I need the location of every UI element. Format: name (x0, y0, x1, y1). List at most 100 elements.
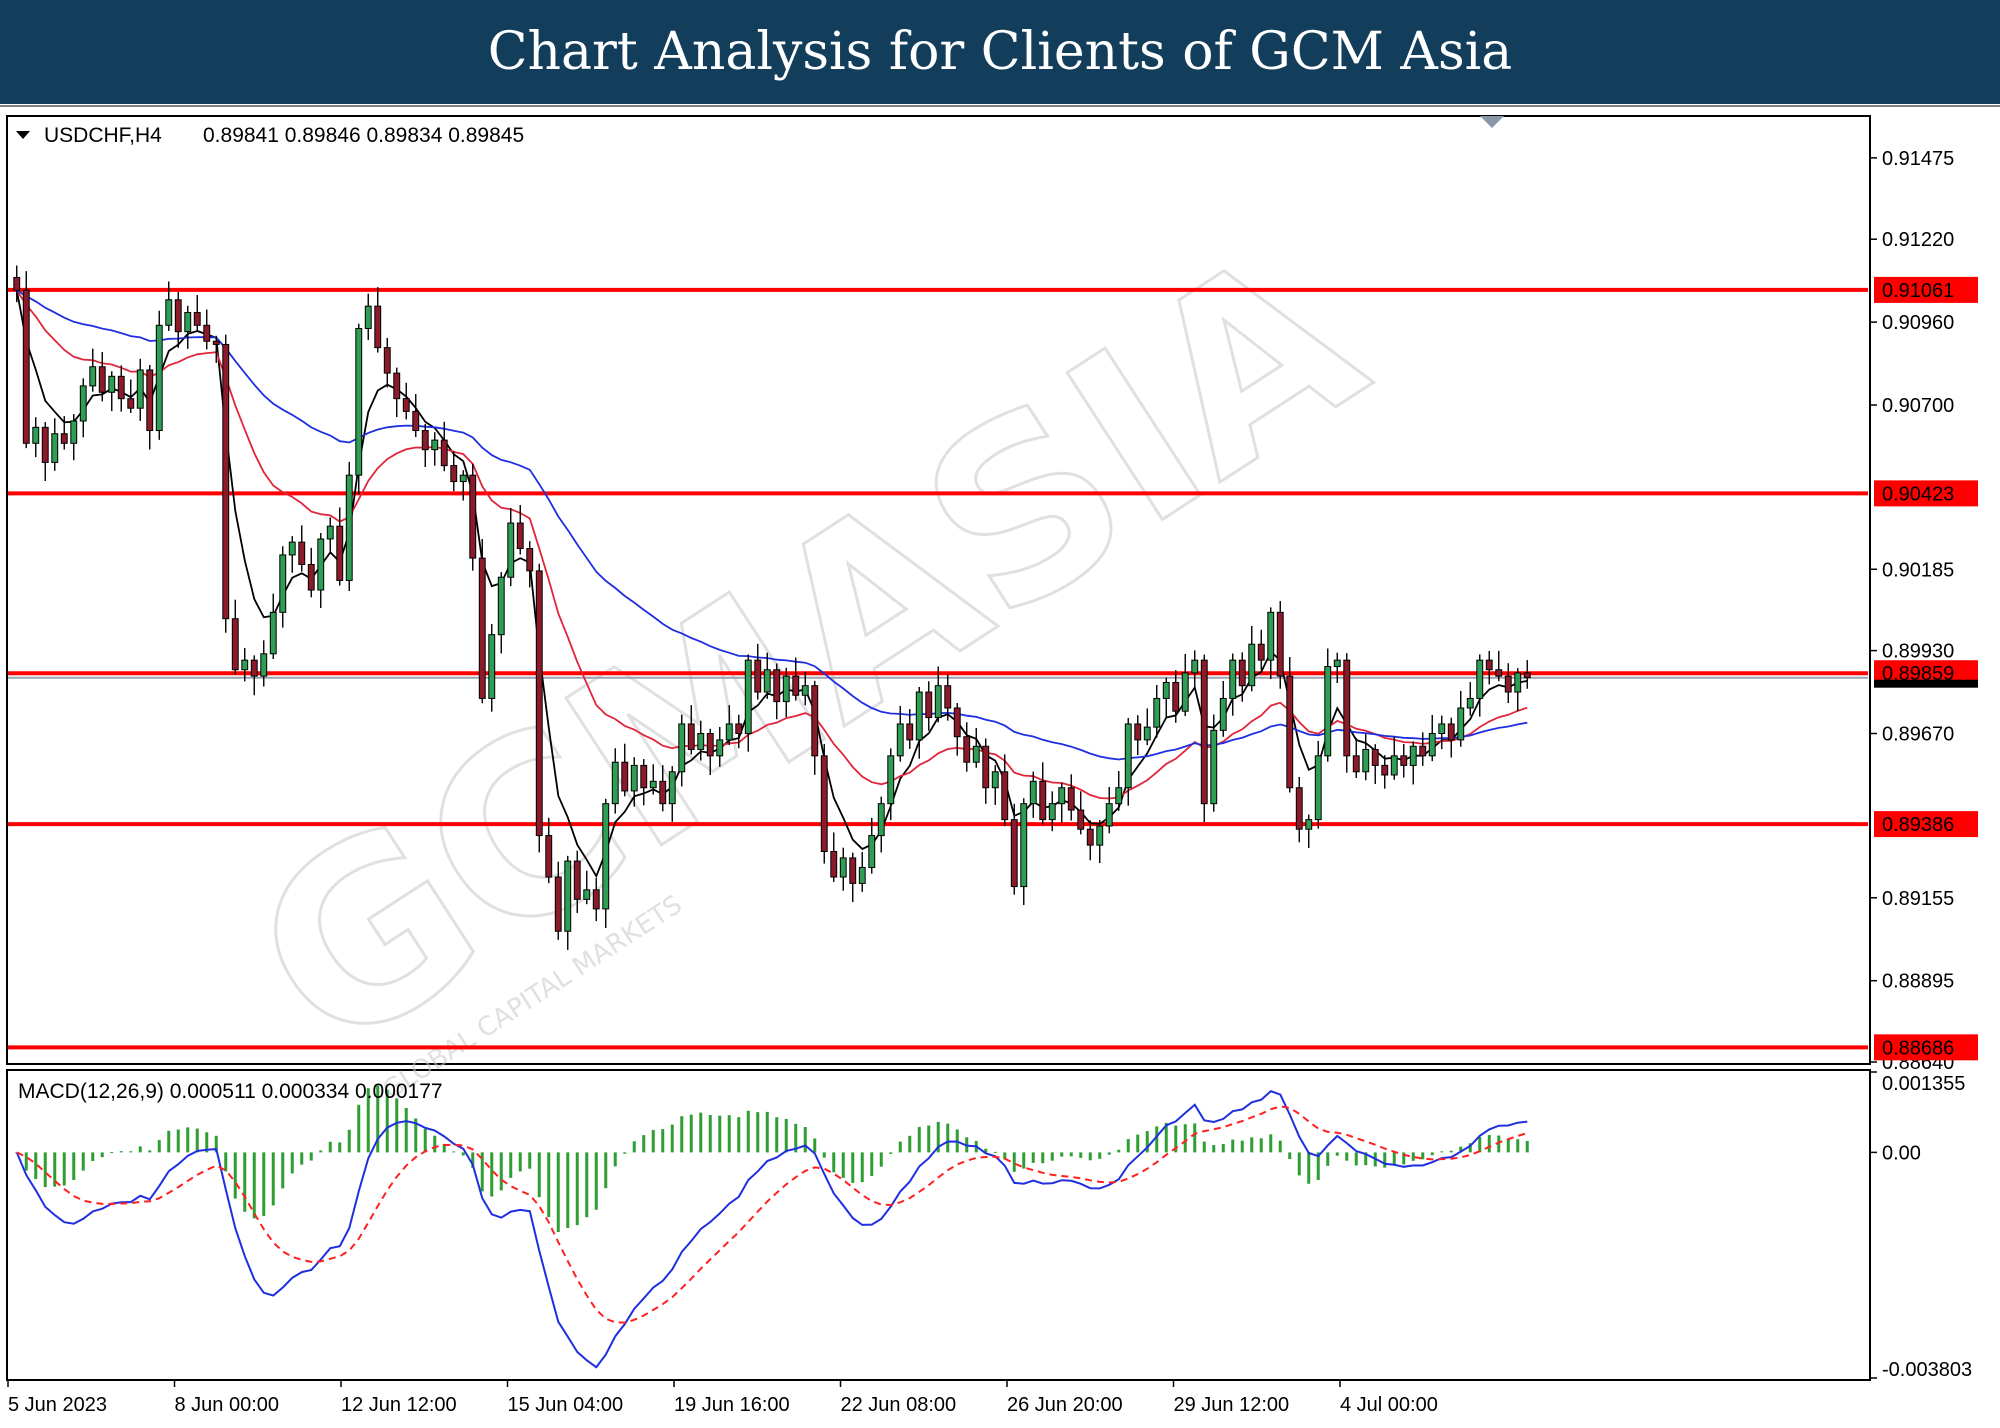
macd-bar (252, 1152, 256, 1219)
macd-bar (1117, 1149, 1121, 1153)
macd-bar (1069, 1152, 1073, 1157)
macd-bar (328, 1141, 332, 1153)
candle (820, 743, 828, 864)
macd-bar (1430, 1152, 1434, 1156)
macd-bar (290, 1152, 294, 1174)
level-label: 0.90423 (1874, 480, 1978, 507)
macd-bar (1155, 1126, 1159, 1153)
macd-bar (1269, 1134, 1273, 1153)
macd-bar (699, 1112, 703, 1153)
macd-bar (737, 1117, 741, 1153)
price-tick-label: 0.91475 (1882, 148, 1954, 170)
chart-canvas[interactable]: GCMASIA GLOBAL CAPITAL MARKETS 0.914750.… (0, 0, 2000, 1428)
macd-bar (1411, 1152, 1415, 1161)
time-tick-label: 19 Jun 16:00 (674, 1394, 790, 1416)
macd-bar (1421, 1152, 1425, 1160)
macd-bar (1107, 1152, 1111, 1155)
macd-bar (566, 1152, 570, 1229)
macd-bar (1202, 1141, 1206, 1153)
macd-bar (176, 1129, 180, 1153)
macd-bar (1326, 1152, 1330, 1166)
current-price-tag (1874, 679, 1978, 688)
macd-bar (841, 1152, 845, 1178)
macd-bar (765, 1111, 769, 1153)
price-tick-label: 0.90700 (1882, 395, 1954, 417)
macd-bar (1041, 1152, 1045, 1164)
time-tick-label: 4 Jul 00:00 (1340, 1394, 1438, 1416)
macd-bar (813, 1138, 817, 1153)
macd-bar (651, 1129, 655, 1153)
candle (22, 271, 30, 449)
time-tick-label: 12 Jun 12:00 (341, 1394, 457, 1416)
macd-bar (1335, 1152, 1339, 1156)
candle (1343, 653, 1351, 773)
time-tick-label: 8 Jun 00:00 (175, 1394, 280, 1416)
macd-bar (1079, 1152, 1083, 1158)
macd-tick-label: -0.003803 (1882, 1359, 1972, 1381)
macd-bar (1231, 1139, 1235, 1153)
candle (1200, 654, 1208, 823)
macd-bar (119, 1151, 123, 1153)
macd-bar (870, 1152, 874, 1177)
macd-bar (889, 1152, 893, 1154)
macd-bar (91, 1152, 95, 1162)
macd-bar (138, 1146, 142, 1153)
macd-bar (851, 1152, 855, 1183)
macd-bar (746, 1110, 750, 1153)
macd-bar (708, 1115, 712, 1153)
macd-bar (879, 1152, 883, 1167)
macd-bar (157, 1140, 161, 1153)
macd-bar (689, 1114, 693, 1153)
candle (222, 334, 230, 633)
macd-bar (243, 1152, 247, 1212)
macd-tick-label: 0.001355 (1882, 1073, 1965, 1095)
macd-bar (271, 1152, 275, 1206)
macd-bar (946, 1123, 950, 1153)
macd-bar (1525, 1140, 1529, 1153)
macd-bar (832, 1152, 836, 1173)
price-tick-label: 0.89155 (1882, 888, 1954, 910)
macd-bar (1022, 1152, 1026, 1169)
level-label-text: 0.91061 (1882, 280, 1954, 302)
macd-bar (661, 1129, 665, 1153)
time-tick-label: 15 Jun 04:00 (508, 1394, 624, 1416)
macd-bar (775, 1117, 779, 1153)
macd-bar (1031, 1152, 1035, 1163)
macd-bar (100, 1152, 104, 1158)
level-label-text: 0.90423 (1882, 483, 1954, 505)
price-tick-label: 0.89670 (1882, 724, 1954, 746)
macd-bar (262, 1152, 266, 1216)
macd-bar (727, 1115, 731, 1153)
macd-bar (281, 1152, 285, 1189)
macd-bar (1440, 1151, 1444, 1153)
macd-bar (309, 1152, 313, 1161)
macd-bar (357, 1104, 361, 1153)
macd-tick-label: 0.00 (1882, 1142, 1921, 1164)
macd-bar (1516, 1139, 1520, 1153)
macd-bar (1307, 1152, 1311, 1184)
candle (488, 623, 496, 712)
macd-bar (62, 1152, 66, 1186)
macd-bar (822, 1152, 826, 1158)
macd-bar (518, 1152, 522, 1172)
macd-bar (784, 1118, 788, 1153)
macd-bar (1060, 1152, 1064, 1157)
symbol-label: USDCHF,H4 (44, 124, 162, 147)
macd-bar (556, 1152, 560, 1232)
macd-bar (632, 1141, 636, 1153)
macd-bar (1050, 1152, 1054, 1161)
price-tick-label: 0.89930 (1882, 641, 1954, 663)
macd-bar (319, 1150, 323, 1153)
macd-bar (1259, 1138, 1263, 1153)
macd-bar (1297, 1152, 1301, 1176)
macd-bar (1354, 1152, 1358, 1166)
macd-bar (898, 1141, 902, 1153)
macd-bar (993, 1151, 997, 1153)
price-tick-label: 0.88895 (1882, 971, 1954, 993)
macd-panel[interactable] (6, 1069, 1871, 1381)
macd-bar (167, 1130, 171, 1153)
macd-bar (233, 1152, 237, 1199)
macd-bar (680, 1116, 684, 1153)
macd-bar (1012, 1152, 1016, 1172)
macd-axis: 0.001355 0.00 -0.003803 (1870, 1071, 1972, 1381)
